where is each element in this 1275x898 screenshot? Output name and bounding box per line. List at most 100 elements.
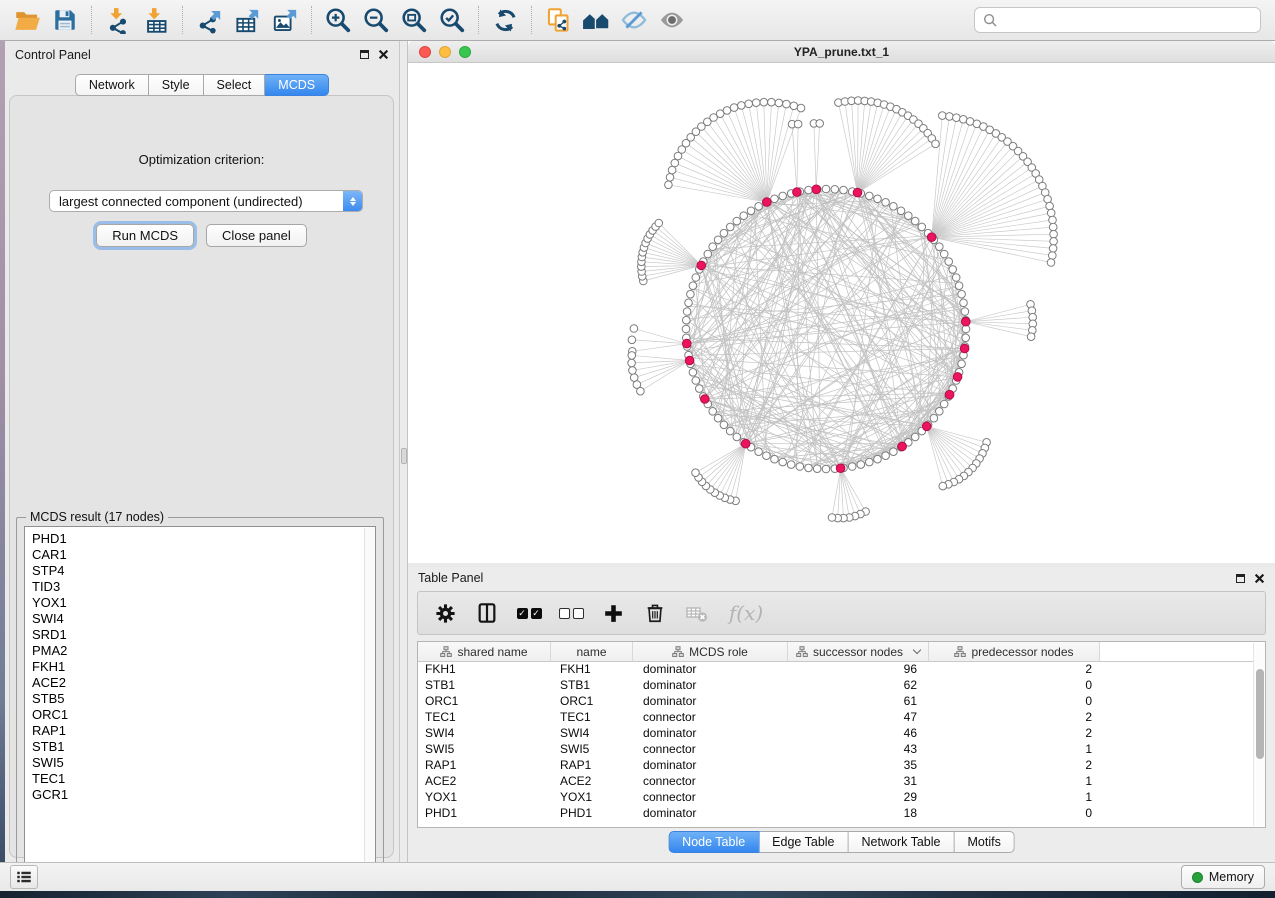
table-tabs: Node TableEdge TableNetwork TableMotifs (668, 831, 1015, 853)
mcds-result-item[interactable]: ORC1 (32, 707, 375, 723)
search-input[interactable] (1004, 12, 1252, 29)
import-table-button[interactable] (137, 3, 175, 37)
network-canvas[interactable] (408, 63, 1275, 563)
criterion-select[interactable]: largest connected component (undirected) (49, 190, 363, 212)
mcds-result-item[interactable]: STP4 (32, 563, 375, 579)
export-table-button[interactable] (228, 3, 266, 37)
mcds-result-item[interactable]: SRD1 (32, 627, 375, 643)
tab-style[interactable]: Style (149, 74, 204, 96)
refresh-view-button[interactable] (486, 3, 524, 37)
search-field[interactable] (974, 7, 1261, 33)
zoom-selected-button[interactable] (433, 3, 471, 37)
tab-network-table[interactable]: Network Table (849, 831, 955, 853)
table-row[interactable]: SWI5SWI5connector431 (418, 742, 1265, 758)
mcds-result-item[interactable]: STB1 (32, 739, 375, 755)
close-panel-icon[interactable] (378, 49, 389, 60)
eye-icon (658, 6, 686, 34)
table-row[interactable]: YOX1YOX1connector291 (418, 790, 1265, 806)
table-cell: dominator (633, 662, 788, 678)
float-panel-icon[interactable] (1236, 574, 1245, 583)
deselect-all-rows-button[interactable]: ✓✓ (558, 598, 584, 628)
copy-style-button[interactable] (539, 3, 577, 37)
table-row[interactable]: PHD1PHD1dominator180 (418, 806, 1265, 822)
table-cell: dominator (633, 726, 788, 742)
memory-status-icon (1192, 872, 1203, 883)
zoom-in-icon (324, 6, 352, 34)
splitter-grip[interactable] (401, 448, 407, 464)
table-row[interactable]: ACE2ACE2connector311 (418, 774, 1265, 790)
tab-select[interactable]: Select (204, 74, 266, 96)
export-network-button[interactable] (190, 3, 228, 37)
mcds-result-item[interactable]: GCR1 (32, 787, 375, 803)
vertical-splitter[interactable] (400, 41, 408, 862)
network-view-title: YPA_prune.txt_1 (408, 45, 1275, 59)
tab-motifs[interactable]: Motifs (954, 831, 1014, 853)
table-cell: SWI4 (551, 726, 633, 742)
import-table-icon (143, 7, 170, 34)
apply-function-button[interactable]: f(x) (726, 598, 766, 628)
import-network-icon (105, 7, 132, 34)
mcds-result-item[interactable]: RAP1 (32, 723, 375, 739)
zoom-fit-button[interactable] (395, 3, 433, 37)
column-header-successor-nodes[interactable]: successor nodes (788, 642, 929, 662)
scrollbar-thumb[interactable] (1256, 669, 1264, 759)
tab-node-table[interactable]: Node Table (668, 831, 759, 853)
open-file-button[interactable] (8, 3, 46, 37)
table-cell: ORC1 (418, 694, 551, 710)
float-panel-icon[interactable] (360, 50, 369, 59)
mcds-result-item[interactable]: PHD1 (32, 531, 375, 547)
tab-network[interactable]: Network (75, 74, 149, 96)
save-session-button[interactable] (46, 3, 84, 37)
mcds-pane: Optimization criterion: largest connecte… (9, 95, 394, 858)
memory-button[interactable]: Memory (1181, 865, 1265, 889)
column-header-predecessor-nodes[interactable]: predecessor nodes (929, 642, 1100, 662)
mcds-result-item[interactable]: ACE2 (32, 675, 375, 691)
table-row[interactable]: SWI4SWI4dominator462 (418, 726, 1265, 742)
mcds-result-item[interactable]: PMA2 (32, 643, 375, 659)
table-panel: Table Panel ✓✓ ✓✓ (408, 567, 1275, 862)
tab-mcds[interactable]: MCDS (265, 74, 329, 96)
mcds-result-item[interactable]: CAR1 (32, 547, 375, 563)
table-row[interactable]: TEC1TEC1connector472 (418, 710, 1265, 726)
table-row[interactable]: ORC1ORC1dominator610 (418, 694, 1265, 710)
table-row[interactable]: FKH1FKH1dominator962 (418, 662, 1265, 678)
mcds-result-item[interactable]: SWI4 (32, 611, 375, 627)
mcds-result-item[interactable]: YOX1 (32, 595, 375, 611)
table-row[interactable]: RAP1RAP1dominator352 (418, 758, 1265, 774)
unchecked-boxes-icon: ✓✓ (559, 608, 584, 619)
mcds-result-item[interactable]: TEC1 (32, 771, 375, 787)
close-panel-button[interactable]: Close panel (206, 224, 307, 247)
zoom-out-button[interactable] (357, 3, 395, 37)
table-options-button[interactable] (432, 598, 458, 628)
destroy-table-button[interactable] (684, 598, 710, 628)
add-column-button[interactable] (600, 598, 626, 628)
first-neighbors-button[interactable] (577, 3, 615, 37)
column-header-shared-name[interactable]: shared name (418, 642, 551, 662)
hide-selected-button[interactable] (615, 3, 653, 37)
show-panels-button[interactable] (10, 865, 38, 889)
mcds-list-scrollbar[interactable] (364, 528, 375, 881)
close-panel-icon[interactable] (1254, 573, 1265, 584)
table-cell: SWI5 (551, 742, 633, 758)
mcds-result-item[interactable]: TID3 (32, 579, 375, 595)
zoom-in-button[interactable] (319, 3, 357, 37)
save-icon (52, 7, 78, 33)
column-header-name[interactable]: name (551, 642, 633, 662)
mcds-result-list[interactable]: PHD1CAR1STP4TID3YOX1SWI4SRD1PMA2FKH1ACE2… (24, 526, 376, 883)
table-row[interactable]: STB1STB1dominator620 (418, 678, 1265, 694)
run-mcds-button[interactable]: Run MCDS (96, 224, 194, 247)
show-all-button[interactable] (653, 3, 691, 37)
mcds-result-item[interactable]: FKH1 (32, 659, 375, 675)
select-all-rows-button[interactable]: ✓✓ (516, 598, 542, 628)
table-scrollbar[interactable] (1253, 643, 1265, 826)
table-cell: YOX1 (418, 790, 551, 806)
delete-column-button[interactable] (642, 598, 668, 628)
format-columns-button[interactable] (474, 598, 500, 628)
column-header-mcds-role[interactable]: MCDS role (633, 642, 788, 662)
import-network-button[interactable] (99, 3, 137, 37)
export-image-button[interactable] (266, 3, 304, 37)
tab-edge-table[interactable]: Edge Table (759, 831, 848, 853)
mcds-result-item[interactable]: SWI5 (32, 755, 375, 771)
table-cell: TEC1 (418, 710, 551, 726)
mcds-result-item[interactable]: STB5 (32, 691, 375, 707)
